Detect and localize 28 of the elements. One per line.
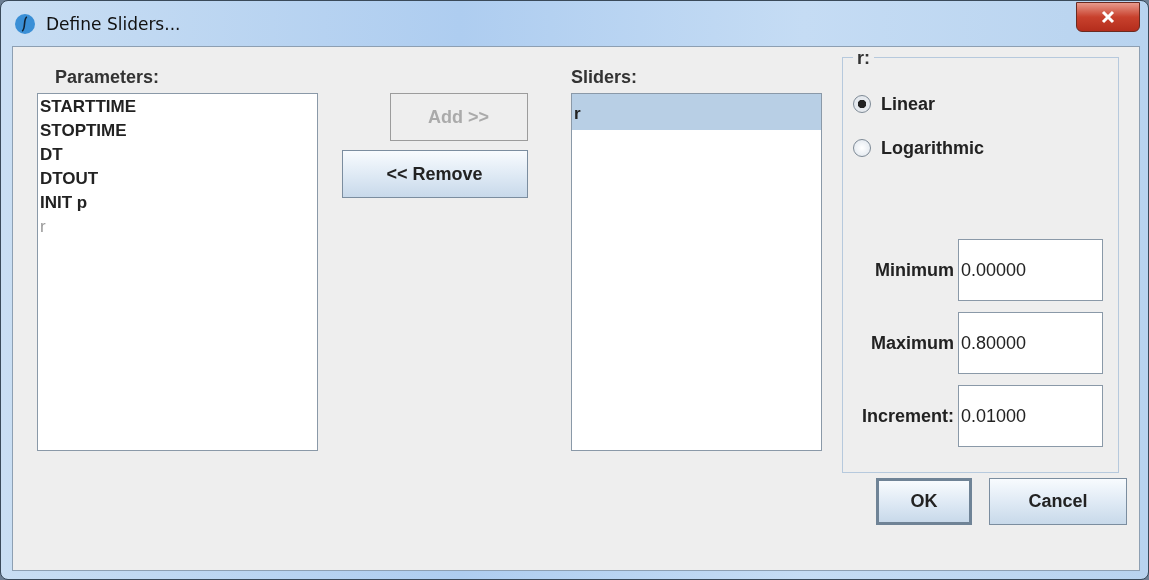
field-label: Increment: [861, 405, 954, 427]
radio-button[interactable] [853, 139, 871, 157]
input-field[interactable]: 0.01000 [958, 385, 1103, 447]
remove-button[interactable]: << Remove [341, 150, 528, 198]
parameter-item[interactable]: DTOUT [38, 166, 317, 190]
parameter-item[interactable]: DT [38, 142, 317, 166]
slider-item[interactable]: r [572, 94, 821, 130]
field-label: Maximum [870, 332, 954, 354]
radio-option[interactable]: Linear [853, 82, 1103, 126]
field-label: Minimum [875, 259, 954, 281]
window-title: Define Sliders... [46, 13, 181, 34]
app-icon [14, 12, 36, 35]
radio-option[interactable]: Logarithmic [853, 126, 1103, 170]
parameter-item[interactable]: STARTTIME [38, 94, 317, 118]
radio-label: Linear [881, 93, 936, 115]
radio-label: Logarithmic [881, 137, 984, 159]
input-field[interactable]: 0.80000 [958, 312, 1103, 374]
dialog-button[interactable]: OK [876, 478, 972, 525]
sliders-list[interactable]: r [571, 93, 822, 451]
close-icon [1100, 9, 1116, 24]
close-button[interactable] [1076, 1, 1140, 32]
sliders-label: Sliders: [571, 67, 639, 89]
radio-button[interactable] [853, 95, 871, 113]
parameter-item[interactable]: STOPTIME [38, 118, 317, 142]
dialog-button[interactable]: Cancel [989, 478, 1127, 525]
input-field[interactable]: 0.00000 [958, 239, 1103, 301]
parameter-item[interactable]: INIT p [38, 190, 317, 214]
parameters-label: Parameters: [54, 67, 161, 89]
